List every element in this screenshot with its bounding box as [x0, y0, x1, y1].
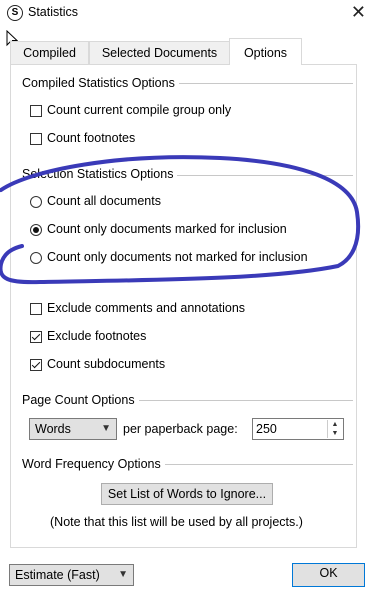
tab-compiled[interactable]: Compiled	[10, 41, 89, 64]
count-current-compile-group-checkbox[interactable]	[30, 105, 42, 117]
exclude-comments-checkbox[interactable]	[30, 303, 42, 315]
page-unit-select[interactable]: Words ▼	[29, 418, 117, 440]
group-label-selection: Selection Statistics Options	[22, 167, 178, 181]
stepper[interactable]: ▲ ▼	[327, 420, 342, 438]
count-footnotes-checkbox[interactable]	[30, 133, 42, 145]
window-title: Statistics	[28, 5, 79, 19]
count-subdocuments-checkbox[interactable]	[30, 359, 42, 371]
stepper-down-icon[interactable]: ▼	[328, 429, 342, 438]
radio-label: Count only documents not marked for incl…	[47, 250, 308, 264]
checkbox-label: Exclude footnotes	[47, 329, 147, 343]
stepper-up-icon[interactable]: ▲	[328, 420, 342, 429]
checkbox-label: Count subdocuments	[47, 357, 166, 371]
ok-button[interactable]: OK	[292, 563, 365, 587]
chevron-down-icon: ▼	[118, 569, 128, 580]
group-label-page-count: Page Count Options	[22, 393, 139, 407]
tab-selected-documents[interactable]: Selected Documents	[89, 41, 230, 64]
checkbox-label: Count current compile group only	[47, 103, 232, 117]
count-not-marked-documents-radio[interactable]	[30, 252, 42, 264]
app-icon: S	[7, 5, 23, 21]
checkbox-label: Exclude comments and annotations	[47, 301, 246, 315]
count-all-documents-radio[interactable]	[30, 196, 42, 208]
close-icon[interactable]: ✕	[351, 2, 366, 22]
radio-label: Count only documents marked for inclusio…	[47, 222, 287, 236]
title-bar: S Statistics ✕	[0, 0, 376, 28]
group-label-compiled: Compiled Statistics Options	[22, 76, 179, 90]
group-label-word-frequency: Word Frequency Options	[22, 457, 165, 471]
exclude-footnotes-checkbox[interactable]	[30, 331, 42, 343]
estimate-mode-select[interactable]: Estimate (Fast) ▼	[9, 564, 134, 586]
word-list-note: (Note that this list will be used by all…	[50, 515, 303, 529]
count-marked-documents-radio[interactable]	[30, 224, 42, 236]
set-ignore-words-button[interactable]: Set List of Words to Ignore...	[101, 483, 273, 505]
per-page-label: per paperback page:	[123, 422, 238, 436]
checkbox-label: Count footnotes	[47, 131, 136, 145]
page-count-input[interactable]: 250 ▲ ▼	[252, 418, 344, 440]
tab-options[interactable]: Options	[229, 38, 302, 65]
chevron-down-icon: ▼	[101, 423, 111, 434]
radio-label: Count all documents	[47, 194, 161, 208]
